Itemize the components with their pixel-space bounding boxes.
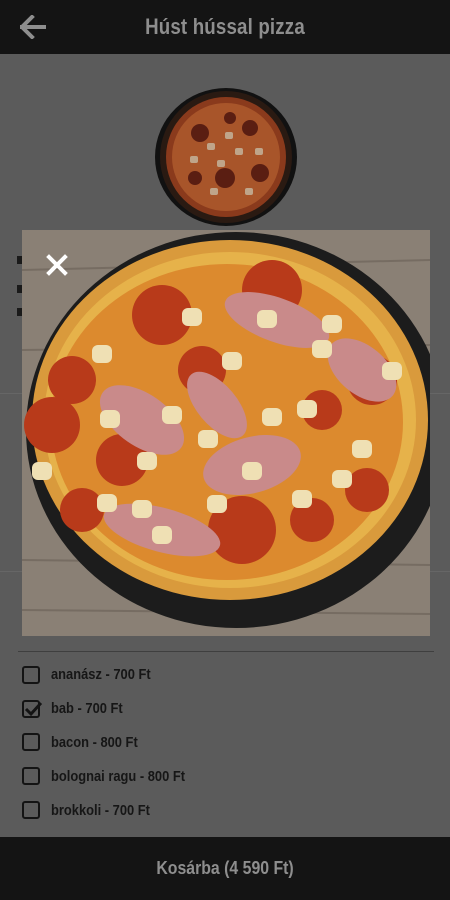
option-label: ananász - 700 Ft	[51, 666, 151, 684]
option-label: brokkoli - 700 Ft	[51, 801, 150, 819]
arrow-left-icon[interactable]	[20, 15, 46, 39]
checkbox[interactable]	[22, 801, 40, 820]
checkbox[interactable]	[22, 767, 40, 786]
add-to-cart-button[interactable]: Kosárba (4 590 Ft)	[0, 837, 450, 900]
option-ananasz[interactable]: ananász - 700 Ft	[22, 658, 432, 692]
product-thumbnail	[155, 88, 297, 226]
product-photo	[22, 230, 430, 636]
option-bolognai-ragu[interactable]: bolognai ragu - 800 Ft	[22, 759, 432, 793]
checkbox[interactable]	[22, 733, 40, 752]
option-brokkoli[interactable]: brokkoli - 700 Ft	[22, 793, 432, 827]
app-header: Húst hússal pizza	[0, 0, 450, 54]
checkbox-checked[interactable]	[22, 699, 43, 718]
checkbox[interactable]	[22, 665, 40, 684]
divider	[18, 651, 434, 652]
option-label: bolognai ragu - 800 Ft	[51, 767, 186, 785]
topping-options: ananász - 700 Ft bab - 700 Ft bacon - 80…	[22, 658, 432, 827]
option-label: bab - 700 Ft	[51, 700, 123, 718]
check-icon	[24, 701, 43, 716]
option-bab[interactable]: bab - 700 Ft	[22, 692, 432, 726]
option-bacon[interactable]: bacon - 800 Ft	[22, 726, 432, 760]
close-icon[interactable]	[44, 252, 70, 278]
page-title: Húst hússal pizza	[145, 14, 305, 39]
option-label: bacon - 800 Ft	[51, 733, 138, 751]
cart-label: Kosárba (4 590 Ft)	[156, 858, 294, 878]
